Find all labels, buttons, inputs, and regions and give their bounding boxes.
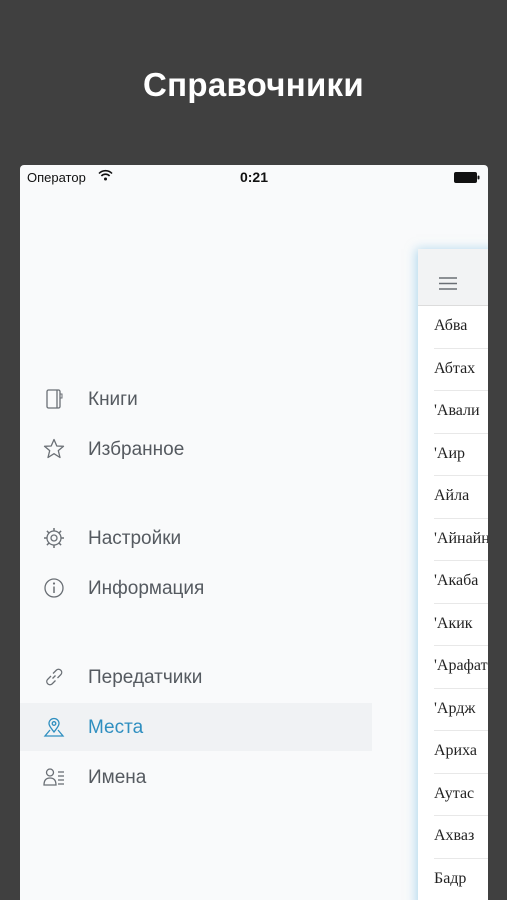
info-icon xyxy=(44,578,64,598)
status-bar: Оператор 0:21 xyxy=(20,165,488,189)
list-item[interactable]: 'Аир xyxy=(434,434,488,476)
menu-item-settings[interactable]: Настройки xyxy=(20,514,372,562)
star-icon xyxy=(43,438,65,459)
menu-item-books[interactable]: Книги xyxy=(20,375,372,423)
list-item[interactable]: Аутас xyxy=(434,774,488,816)
menu-item-label: Избранное xyxy=(88,439,185,460)
person-list-icon xyxy=(43,768,64,786)
menu-item-info[interactable]: Информация xyxy=(20,564,372,612)
menu-item-label: Книги xyxy=(88,389,138,410)
list-item[interactable]: Абва xyxy=(434,306,488,349)
menu-item-label: Передатчики xyxy=(88,667,203,688)
list-item[interactable]: Абтах xyxy=(434,349,488,391)
places-list-panel[interactable]: Абва Абтах 'Авали 'Аир Айла 'Айнайн 'Ака… xyxy=(418,249,488,900)
list-item[interactable]: Айла xyxy=(434,476,488,519)
link-icon xyxy=(46,668,63,686)
menu-item-label: Настройки xyxy=(88,528,182,549)
gear-icon xyxy=(44,528,64,548)
list-item[interactable]: Ахваз xyxy=(434,816,488,859)
menu-item-names[interactable]: Имена xyxy=(20,753,372,801)
list-item[interactable]: 'Арафат xyxy=(434,646,488,689)
phone-screen: Оператор 0:21 Книги Избранное Настройки … xyxy=(20,165,488,900)
menu-item-transmitters[interactable]: Передатчики xyxy=(20,653,372,701)
menu-item-favorites[interactable]: Избранное xyxy=(20,425,372,473)
list-item[interactable]: 'Ардж xyxy=(434,689,488,731)
list-item[interactable]: Ариха xyxy=(434,731,488,774)
list-item[interactable]: 'Айнайн xyxy=(434,519,488,561)
battery-icon xyxy=(454,172,480,183)
status-time: 0:21 xyxy=(239,169,269,185)
places-list: Абва Абтах 'Авали 'Аир Айла 'Айнайн 'Ака… xyxy=(418,306,488,900)
list-item[interactable]: Бадр xyxy=(434,859,488,900)
menu-item-label: Места xyxy=(88,717,144,738)
panel-header xyxy=(418,249,488,306)
menu-item-label: Имена xyxy=(88,767,147,788)
list-item[interactable]: 'Акаба xyxy=(434,561,488,604)
list-item[interactable]: 'Авали xyxy=(434,391,488,434)
promo-title: Справочники xyxy=(143,66,364,103)
hamburger-menu-icon[interactable] xyxy=(439,277,457,290)
location-pin-icon xyxy=(43,717,65,737)
menu-item-places[interactable]: Места xyxy=(20,703,372,751)
menu-item-label: Информация xyxy=(88,578,205,599)
book-icon xyxy=(46,389,63,409)
list-item[interactable]: 'Акик xyxy=(434,604,488,646)
